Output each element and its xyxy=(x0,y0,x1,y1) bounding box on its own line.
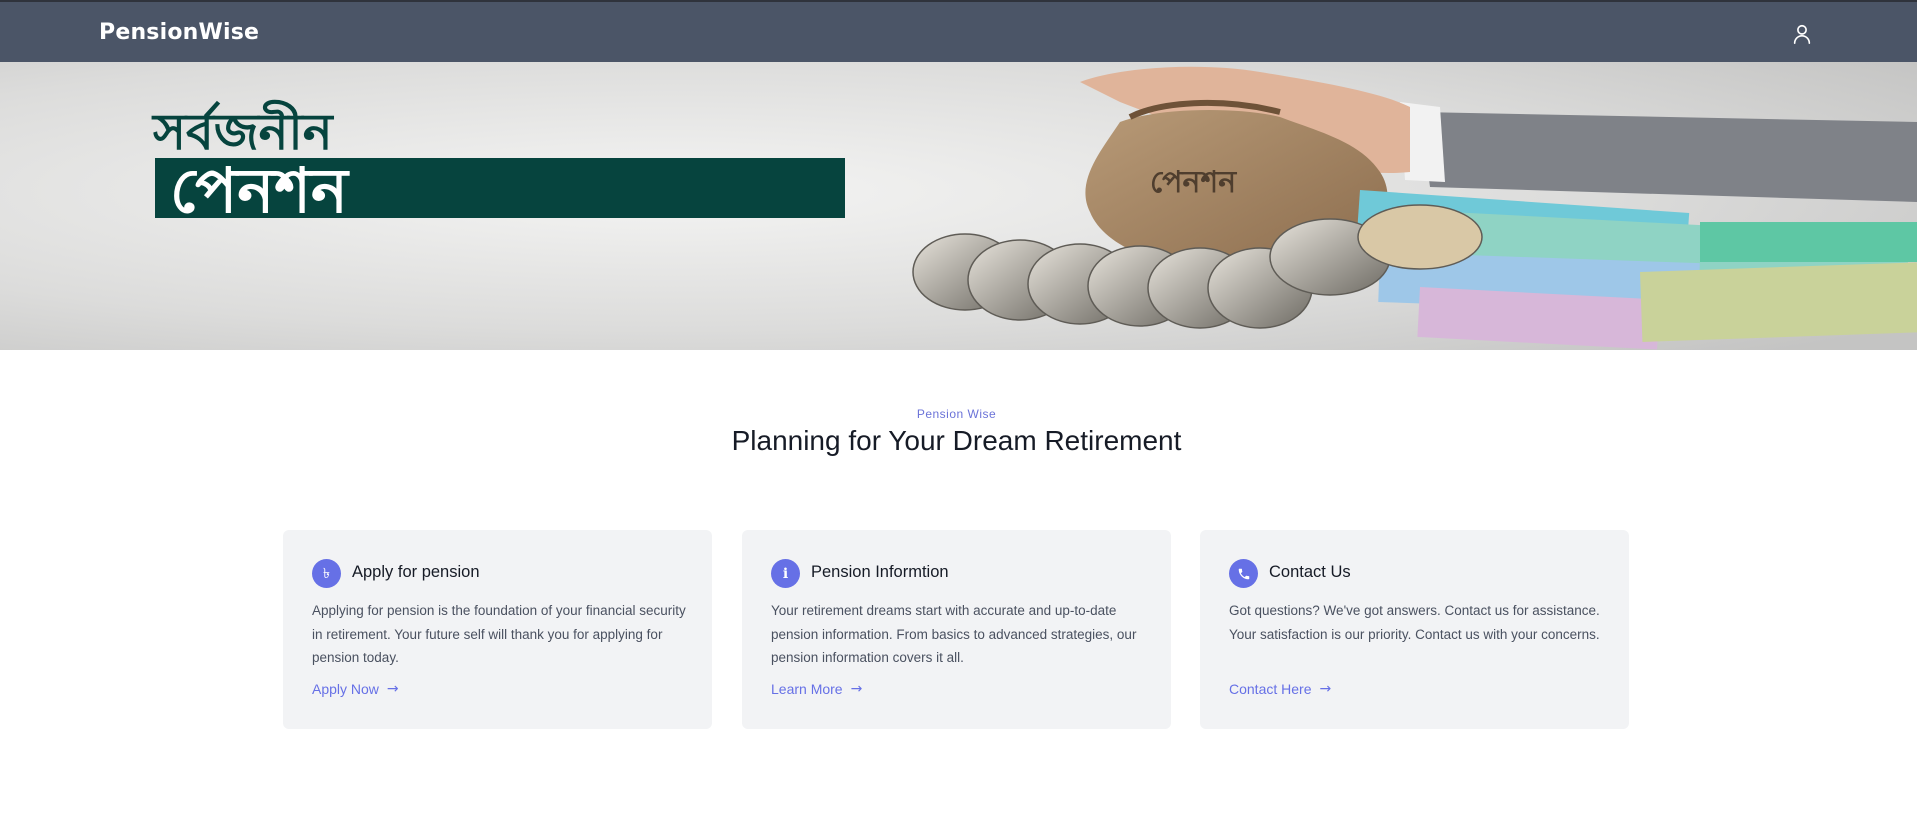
hero-title-line1: সর্বজনীন xyxy=(151,99,335,161)
navbar: PensionWise xyxy=(0,2,1917,62)
hero-banner: পেনশন সর্বজনীন পেনশন xyxy=(0,62,1917,350)
arrow-right-icon: → xyxy=(386,681,399,697)
user-icon xyxy=(1793,24,1811,44)
learn-more-link[interactable]: Learn More → xyxy=(771,681,862,697)
user-account-button[interactable] xyxy=(1787,19,1817,49)
info-icon: i xyxy=(771,559,800,588)
apply-now-link[interactable]: Apply Now → xyxy=(312,681,399,697)
card-apply: ৳ Apply for pension Applying for pension… xyxy=(283,530,712,729)
phone-icon xyxy=(1229,559,1258,588)
section-title: Planning for Your Dream Retirement xyxy=(731,425,1182,456)
card-title: Pension Informtion xyxy=(811,563,949,581)
arrow-right-icon: → xyxy=(1319,681,1332,697)
hero-banner-image: পেনশন সর্বজনীন পেনশন xyxy=(0,62,1917,350)
link-label: Contact Here xyxy=(1229,681,1312,697)
arrow-right-icon: → xyxy=(850,681,863,697)
card-information: i Pension Informtion Your retirement dre… xyxy=(742,530,1171,729)
link-label: Learn More xyxy=(771,681,843,697)
card-description: Applying for pension is the foundation o… xyxy=(312,603,686,665)
card-title: Contact Us xyxy=(1269,563,1351,581)
link-label: Apply Now xyxy=(312,681,379,697)
contact-here-link[interactable]: Contact Here → xyxy=(1229,681,1331,697)
card-contact: Contact Us Got questions? We've got answ… xyxy=(1200,530,1629,729)
taka-icon: ৳ xyxy=(312,559,341,588)
section-eyebrow: Pension Wise xyxy=(916,407,997,421)
bag-label-text: পেনশন xyxy=(1150,165,1237,200)
hero-title-line2: পেনশন xyxy=(170,154,350,227)
card-description: Your retirement dreams start with accura… xyxy=(771,603,1137,665)
brand-logo[interactable]: PensionWise xyxy=(99,20,259,45)
card-title: Apply for pension xyxy=(352,563,480,581)
card-description: Got questions? We've got answers. Contac… xyxy=(1229,603,1600,642)
